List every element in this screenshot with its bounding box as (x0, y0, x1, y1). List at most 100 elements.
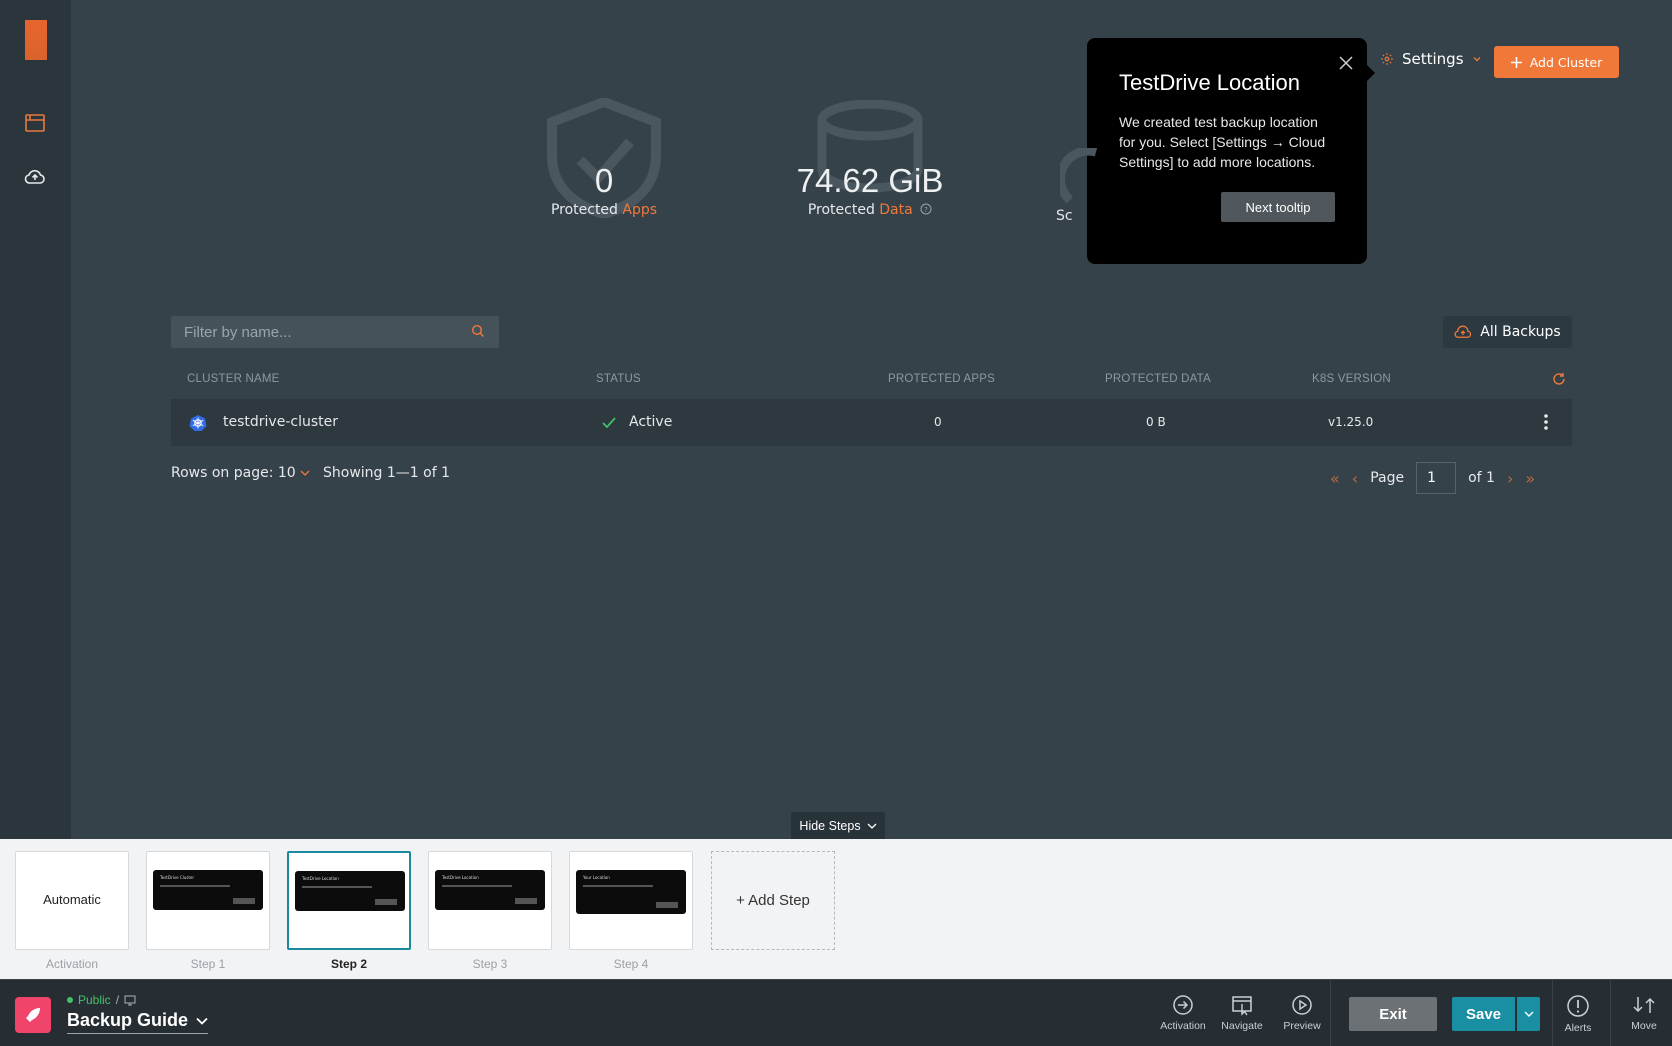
bottom-toolbar: Public / Backup Guide Activation Navigat… (0, 979, 1672, 1046)
filter-input[interactable] (171, 316, 461, 348)
add-cluster-button[interactable]: Add Cluster (1494, 46, 1619, 78)
sidebar (0, 0, 71, 839)
chevron-down-icon (196, 1017, 208, 1025)
col-header-status[interactable]: STATUS (596, 373, 641, 385)
step-card-2[interactable]: TestDrive Location (287, 851, 411, 950)
tooltip-body: We created test backup location for you.… (1119, 114, 1326, 170)
page-label: Page (1370, 470, 1405, 486)
col-header-k8s-version[interactable]: K8S VERSION (1312, 373, 1391, 385)
guide-title-dropdown[interactable]: Backup Guide (67, 1010, 209, 1034)
save-options-button[interactable] (1517, 997, 1540, 1031)
cluster-protected-apps: 0 (934, 415, 942, 429)
chevron-down-icon (1524, 1011, 1533, 1017)
pagination: « ‹ Page 1 of 1 › » (1330, 462, 1535, 494)
play-circle-icon (1292, 995, 1312, 1015)
navigate-tool-label: Navigate (1221, 1020, 1263, 1032)
search-icon[interactable] (471, 324, 485, 338)
monitor-icon (124, 995, 136, 1005)
table-row[interactable]: testdrive-cluster Active 0 0 B v1.25.0 (171, 399, 1572, 446)
step-label-3: Step 3 (472, 957, 508, 971)
rocket-icon (26, 1008, 40, 1022)
prev-page-icon[interactable]: ‹ (1352, 469, 1358, 488)
step-thumbnail: Your Location (576, 870, 686, 914)
next-tooltip-button[interactable]: Next tooltip (1221, 192, 1335, 222)
step-card-4[interactable]: Your Location (569, 851, 693, 950)
tooltip-popup: TestDrive Location We created test backu… (1087, 38, 1375, 264)
alerts-label: Alerts (1564, 1022, 1592, 1034)
col-header-cluster-name[interactable]: CLUSTER NAME (187, 373, 280, 385)
clock-icon (1060, 148, 1098, 204)
all-backups-button[interactable]: All Backups (1443, 316, 1572, 348)
cluster-name[interactable]: testdrive-cluster (223, 414, 338, 430)
tooltip-title: TestDrive Location (1119, 70, 1300, 95)
visibility-status[interactable]: Public / (67, 993, 136, 1007)
chevron-down-icon (1473, 57, 1480, 62)
add-cluster-label: Add Cluster (1529, 54, 1603, 70)
stat-third-partial: Sc (1056, 140, 1098, 224)
col-header-protected-apps[interactable]: PROTECTED APPS (888, 373, 995, 385)
navigate-tool[interactable]: Navigate (1212, 994, 1272, 1032)
arrow-circle-icon (1173, 995, 1193, 1015)
cluster-status: Active (629, 414, 673, 430)
step-card-1[interactable]: TestDrive Cluster (146, 851, 270, 950)
last-page-icon[interactable]: » (1525, 469, 1535, 488)
all-backups-label: All Backups (1480, 324, 1561, 340)
app-logo[interactable] (25, 20, 47, 60)
steps-panel: Automatic Activation TestDrive Cluster S… (0, 839, 1672, 979)
exit-button[interactable]: Exit (1349, 997, 1437, 1031)
first-page-icon[interactable]: « (1330, 469, 1340, 488)
help-icon[interactable]: ? (920, 203, 932, 215)
move-tool[interactable]: Move (1614, 994, 1672, 1032)
col-header-protected-data[interactable]: PROTECTED DATA (1105, 373, 1211, 385)
activation-tool[interactable]: Activation (1153, 994, 1213, 1032)
step-thumbnail: TestDrive Location (295, 871, 405, 911)
stat-protected-data: 74.62 GiB Protected Data ? (790, 98, 950, 218)
chevron-down-icon (867, 823, 877, 829)
close-icon[interactable] (1339, 56, 1353, 70)
toolbar-divider (1610, 980, 1611, 1046)
more-vertical-icon[interactable] (1543, 413, 1549, 431)
alerts-tool[interactable]: Alerts (1548, 994, 1608, 1034)
guide-title: Backup Guide (67, 1010, 189, 1030)
hide-steps-label: Hide Steps (799, 819, 861, 833)
hide-steps-button[interactable]: Hide Steps (791, 812, 885, 840)
refresh-icon[interactable] (1552, 372, 1566, 386)
add-step-button[interactable]: + Add Step (711, 851, 835, 950)
activation-card[interactable]: Automatic (15, 851, 129, 950)
svg-text:?: ? (924, 206, 928, 214)
page-number-input[interactable]: 1 (1416, 462, 1457, 494)
apps-link[interactable]: Apps (622, 202, 657, 218)
stat-apps-value: 0 (594, 162, 614, 199)
rows-per-page-select[interactable]: Rows on page: 10 (171, 465, 310, 481)
window-icon[interactable] (23, 111, 47, 135)
rows-per-page-label: Rows on page: 10 (171, 465, 296, 481)
preview-tool[interactable]: Preview (1272, 994, 1332, 1032)
page-total: of 1 (1468, 470, 1495, 486)
data-link[interactable]: Data (879, 202, 912, 218)
next-page-icon[interactable]: › (1507, 469, 1513, 488)
settings-label: Settings (1402, 50, 1464, 68)
check-icon (602, 417, 616, 429)
step-thumbnail: TestDrive Cluster (153, 870, 263, 910)
kubernetes-icon (189, 415, 207, 431)
alert-circle-icon (1567, 995, 1589, 1017)
stat-data-value: 74.62 GiB (796, 162, 944, 199)
cursor-window-icon (1232, 996, 1252, 1016)
step-card-3[interactable]: TestDrive Location (428, 851, 552, 950)
plus-icon (1510, 56, 1522, 68)
shield-check-icon (547, 98, 661, 218)
settings-button[interactable]: Settings (1380, 50, 1482, 68)
status-dot (67, 997, 73, 1003)
move-label: Move (1631, 1020, 1657, 1032)
cluster-protected-data: 0 B (1146, 415, 1166, 429)
step-label-2: Step 2 (330, 957, 367, 971)
cloud-upload-icon[interactable] (23, 165, 47, 189)
showing-count: Showing 1—1 of 1 (323, 465, 450, 481)
stat-third-label: Sc (1056, 208, 1073, 224)
activation-label: Activation (45, 957, 99, 971)
save-button[interactable]: Save (1452, 997, 1515, 1031)
visibility-label: Public (78, 993, 111, 1007)
chevron-down-icon (300, 470, 310, 476)
brand-logo[interactable] (15, 997, 51, 1033)
activation-card-label: Automatic (43, 892, 101, 907)
